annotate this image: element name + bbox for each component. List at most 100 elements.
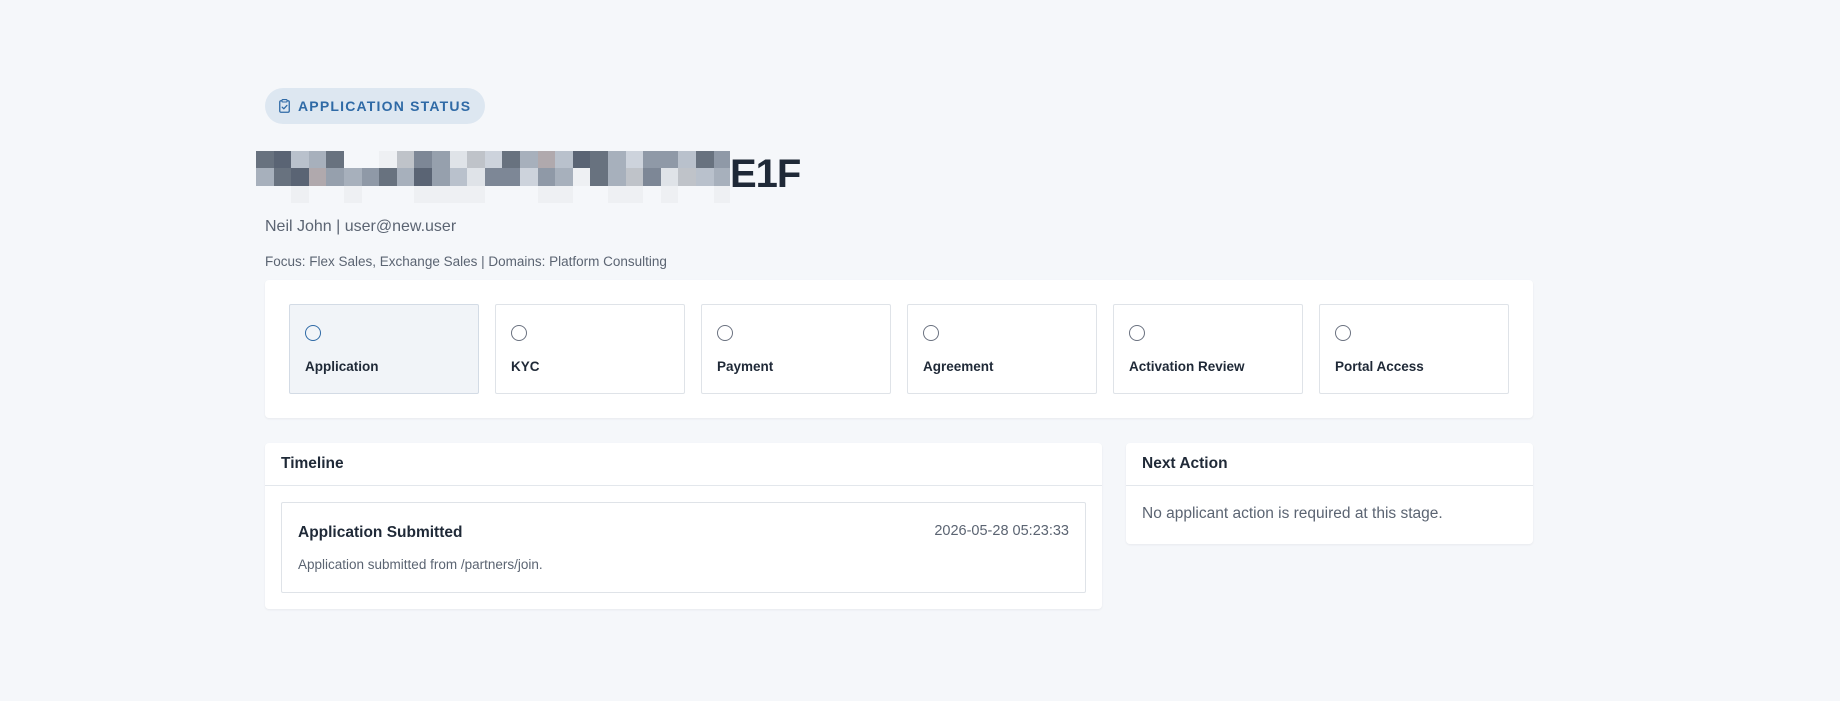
event-description: Application submitted from /partners/joi…	[298, 557, 543, 572]
mosaic-cell	[502, 185, 521, 203]
mosaic-cell	[449, 185, 468, 203]
step-agreement[interactable]: Agreement	[907, 304, 1097, 394]
step-label: Portal Access	[1335, 359, 1424, 374]
mosaic-cell	[414, 151, 433, 169]
mosaic-cell	[608, 185, 626, 203]
mosaic-cell	[396, 168, 415, 186]
step-status-circle-icon	[1335, 325, 1351, 341]
step-label: Payment	[717, 359, 774, 374]
mosaic-cell	[660, 151, 679, 169]
application-status-page: APPLICATION STATUS E1F Neil John | user@…	[0, 0, 1840, 701]
badge-label: APPLICATION STATUS	[298, 98, 472, 114]
mosaic-cell	[520, 151, 538, 169]
mosaic-cell	[555, 151, 573, 169]
redacted-id-mosaic	[256, 151, 730, 203]
mosaic-cell	[273, 151, 292, 169]
main-container: APPLICATION STATUS E1F Neil John | user@…	[256, 88, 1533, 609]
mosaic-cell	[291, 185, 309, 203]
event-timestamp: 2026-05-28 05:23:33	[934, 523, 1069, 539]
mosaic-cell	[625, 151, 644, 169]
timeline-card: Timeline Application Submitted 2026-05-2…	[265, 443, 1102, 609]
mosaic-cell	[660, 168, 679, 186]
mosaic-cell	[326, 185, 345, 203]
mosaic-cell	[256, 185, 274, 203]
mosaic-cell	[484, 151, 503, 169]
mosaic-cell	[660, 185, 679, 203]
mosaic-cell	[643, 151, 661, 169]
mosaic-cell	[713, 185, 730, 203]
mosaic-cell	[344, 168, 362, 186]
mosaic-cell	[502, 151, 521, 169]
application-status-badge: APPLICATION STATUS	[265, 88, 486, 124]
mosaic-cell	[713, 151, 730, 169]
mosaic-cell	[326, 168, 345, 186]
applicant-focus-domains: Focus: Flex Sales, Exchange Sales | Doma…	[265, 254, 667, 269]
mosaic-cell	[572, 185, 591, 203]
progress-steps-card: Application KYC Payment Agreement Activa…	[265, 280, 1533, 418]
applicant-name-email: Neil John | user@new.user	[265, 218, 457, 235]
mosaic-cell	[696, 168, 714, 186]
mosaic-cell	[625, 168, 644, 186]
mosaic-cell	[432, 151, 450, 169]
mosaic-cell	[379, 185, 397, 203]
mosaic-cell	[273, 185, 292, 203]
step-label: KYC	[511, 359, 540, 374]
mosaic-cell	[590, 151, 609, 169]
mosaic-cell	[643, 185, 661, 203]
next-action-header: Next Action	[1126, 443, 1533, 486]
step-activation-review[interactable]: Activation Review	[1113, 304, 1303, 394]
step-label: Agreement	[923, 359, 994, 374]
mosaic-cell	[256, 168, 274, 186]
mosaic-cell	[625, 185, 644, 203]
mosaic-cell	[449, 168, 468, 186]
mosaic-cell	[467, 151, 485, 169]
mosaic-cell	[291, 151, 309, 169]
mosaic-cell	[414, 185, 433, 203]
mosaic-cell	[572, 151, 591, 169]
step-status-circle-icon	[511, 325, 527, 341]
application-id-suffix: E1F	[730, 152, 801, 196]
event-title: Application Submitted	[298, 524, 463, 541]
step-kyc[interactable]: KYC	[495, 304, 685, 394]
mosaic-cell	[308, 185, 327, 203]
step-portal-access[interactable]: Portal Access	[1319, 304, 1509, 394]
mosaic-cell	[678, 185, 697, 203]
mosaic-cell	[308, 168, 327, 186]
step-label: Application	[305, 359, 379, 374]
mosaic-cell	[678, 151, 697, 169]
mosaic-cell	[520, 185, 538, 203]
mosaic-cell	[361, 151, 380, 169]
mosaic-cell	[608, 151, 626, 169]
mosaic-cell	[484, 185, 503, 203]
mosaic-cell	[273, 168, 292, 186]
mosaic-cell	[696, 185, 714, 203]
mosaic-cell	[379, 151, 397, 169]
mosaic-cell	[572, 168, 591, 186]
mosaic-cell	[520, 168, 538, 186]
mosaic-cell	[643, 168, 661, 186]
mosaic-cell	[326, 151, 345, 169]
mosaic-cell	[502, 168, 521, 186]
step-status-circle-icon	[717, 325, 733, 341]
mosaic-cell	[432, 168, 450, 186]
next-action-card: Next Action No applicant action is requi…	[1126, 443, 1533, 544]
mosaic-cell	[555, 185, 573, 203]
application-id-title: E1F	[256, 146, 1533, 210]
mosaic-cell	[291, 168, 309, 186]
mosaic-cell	[608, 168, 626, 186]
mosaic-cell	[696, 151, 714, 169]
mosaic-cell	[590, 168, 609, 186]
mosaic-cell	[484, 168, 503, 186]
mosaic-cell	[379, 168, 397, 186]
clipboard-check-icon	[279, 99, 290, 113]
step-application[interactable]: Application	[289, 304, 479, 394]
next-action-text: No applicant action is required at this …	[1142, 505, 1443, 522]
timeline-header: Timeline	[265, 443, 1102, 486]
progress-steps: Application KYC Payment Agreement Activa…	[289, 304, 1509, 394]
step-payment[interactable]: Payment	[701, 304, 891, 394]
mosaic-cell	[555, 168, 573, 186]
mosaic-cell	[308, 151, 327, 169]
mosaic-cell	[256, 151, 274, 169]
mosaic-cell	[414, 168, 433, 186]
mosaic-cell	[449, 151, 468, 169]
